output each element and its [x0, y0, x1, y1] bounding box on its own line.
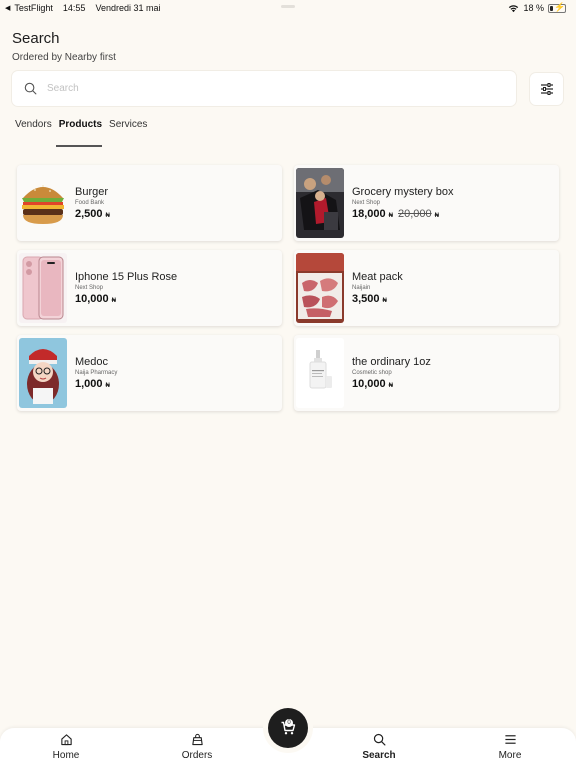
active-tab-indicator: [56, 145, 102, 147]
nav-item-more[interactable]: More: [480, 733, 540, 761]
medoc-image: [19, 338, 67, 408]
tab-services[interactable]: Services: [109, 119, 147, 130]
vendor-name: Naija Pharmacy: [75, 370, 118, 376]
vendor-name: Food Bank: [75, 200, 105, 206]
product-name: Meat pack: [352, 271, 403, 283]
price-value: 2,500: [75, 208, 103, 220]
product-price: 10,000 ₦: [75, 293, 177, 305]
nav-label-more: More: [498, 750, 522, 761]
search-input[interactable]: [47, 83, 487, 94]
vendor-name: Cosmetic shop: [352, 370, 392, 376]
original-price: 20,000: [398, 208, 432, 220]
card-info: the ordinary 1oz Cosmetic shop 10,000 ₦: [352, 356, 431, 390]
cosmetic-bottle-image: [296, 338, 344, 408]
search-icon: [373, 733, 385, 746]
filter-button[interactable]: [530, 73, 563, 105]
product-price: 2,500 ₦: [75, 208, 110, 220]
price-value: 10,000: [352, 378, 386, 390]
product-card-the-ordinary-1oz[interactable]: the ordinary 1oz Cosmetic shop 10,000 ₦: [294, 335, 559, 411]
nav-label-home: Home: [52, 750, 80, 761]
menu-icon: [504, 735, 516, 744]
wifi-icon: [509, 4, 519, 12]
sliders-icon: [540, 83, 553, 95]
product-name: Medoc: [75, 356, 109, 368]
product-card-medoc[interactable]: Medoc Naija Pharmacy 1,000 ₦: [17, 335, 282, 411]
product-price: 1,000 ₦: [75, 378, 117, 390]
card-info: Burger Food Bank 2,500 ₦: [75, 186, 110, 220]
product-name: Grocery mystery box: [352, 186, 454, 198]
price-value: 1,000: [75, 378, 103, 390]
grocery-box-image: [296, 168, 344, 238]
charging-bolt-icon: ⚡: [554, 1, 566, 12]
battery-fill: [550, 5, 553, 11]
orders-icon: [191, 733, 203, 746]
card-info: Meat pack Naijain 3,500 ₦: [352, 271, 403, 305]
battery-icon: ⚡: [548, 1, 566, 13]
burger-image: [19, 168, 67, 238]
status-bar: ◀ TestFlight 14:55 Vendredi 31 mai 18 % …: [0, 0, 576, 16]
search-icon: [24, 82, 37, 95]
currency-symbol: ₦: [111, 298, 116, 304]
currency-symbol: ₦: [382, 298, 387, 304]
page-header: Search Ordered by Nearby first: [12, 30, 116, 63]
card-info: Iphone 15 Plus Rose Next Shop 10,000 ₦: [75, 271, 177, 305]
price-value: 10,000: [75, 293, 109, 305]
product-price: 18,000 ₦ 20,000 ₦: [352, 208, 453, 220]
category-tabs: Vendors Products Services: [15, 119, 147, 130]
vendor-name: Naijain: [352, 285, 371, 291]
tab-vendors[interactable]: Vendors: [15, 119, 52, 130]
product-card-grocery-mystery-box[interactable]: Grocery mystery box Next Shop 18,000 ₦ 2…: [294, 165, 559, 241]
product-card-iphone-15-plus-rose[interactable]: Iphone 15 Plus Rose Next Shop 10,000 ₦: [17, 250, 282, 326]
page-title: Search: [12, 30, 60, 47]
currency-symbol: ₦: [388, 383, 393, 389]
vendor-name: Next Shop: [352, 200, 381, 206]
price-value: 3,500: [352, 293, 380, 305]
currency-symbol: ₦: [388, 213, 393, 219]
multitask-indicator: [281, 5, 295, 8]
back-app-label[interactable]: TestFlight: [14, 3, 53, 13]
product-price: 10,000 ₦: [352, 378, 431, 390]
card-info: Medoc Naija Pharmacy 1,000 ₦: [75, 356, 117, 390]
product-price: 3,500 ₦: [352, 293, 403, 305]
product-name: Burger: [75, 186, 109, 198]
nav-item-home[interactable]: Home: [36, 733, 96, 761]
back-triangle-icon[interactable]: ◀: [5, 4, 10, 12]
card-info: Grocery mystery box Next Shop 18,000 ₦ 2…: [352, 186, 453, 220]
status-right: 18 % ⚡: [508, 1, 566, 13]
battery-percent: 18 %: [523, 3, 544, 13]
currency-symbol: ₦: [105, 383, 110, 389]
tab-products[interactable]: Products: [59, 119, 102, 130]
nav-item-orders[interactable]: Orders: [167, 733, 227, 761]
status-time: 14:55: [62, 3, 86, 13]
currency-symbol: ₦: [105, 213, 110, 219]
home-icon: [60, 734, 72, 746]
price-value: 18,000: [352, 208, 386, 220]
nav-label-orders: Orders: [181, 750, 213, 761]
status-date: Vendredi 31 mai: [95, 3, 161, 13]
sort-order-label: Ordered by Nearby first: [12, 52, 116, 63]
nav-item-search[interactable]: Search: [349, 733, 409, 761]
status-left: ◀ TestFlight 14:55 Vendredi 31 mai: [5, 3, 160, 13]
nav-label-search: Search: [362, 750, 396, 761]
iphone-image: [19, 253, 67, 323]
product-name: the ordinary 1oz: [352, 356, 431, 368]
vendor-name: Next Shop: [75, 285, 104, 291]
product-name: Iphone 15 Plus Rose: [75, 271, 178, 283]
cart-button[interactable]: 0: [268, 708, 308, 748]
product-card-meat-pack[interactable]: Meat pack Naijain 3,500 ₦: [294, 250, 559, 326]
product-card-burger[interactable]: Burger Food Bank 2,500 ₦: [17, 165, 282, 241]
search-box[interactable]: [12, 71, 516, 106]
meat-pack-image: [296, 253, 344, 323]
original-currency-symbol: ₦: [434, 213, 439, 219]
cart-count-badge: 0: [285, 719, 293, 727]
